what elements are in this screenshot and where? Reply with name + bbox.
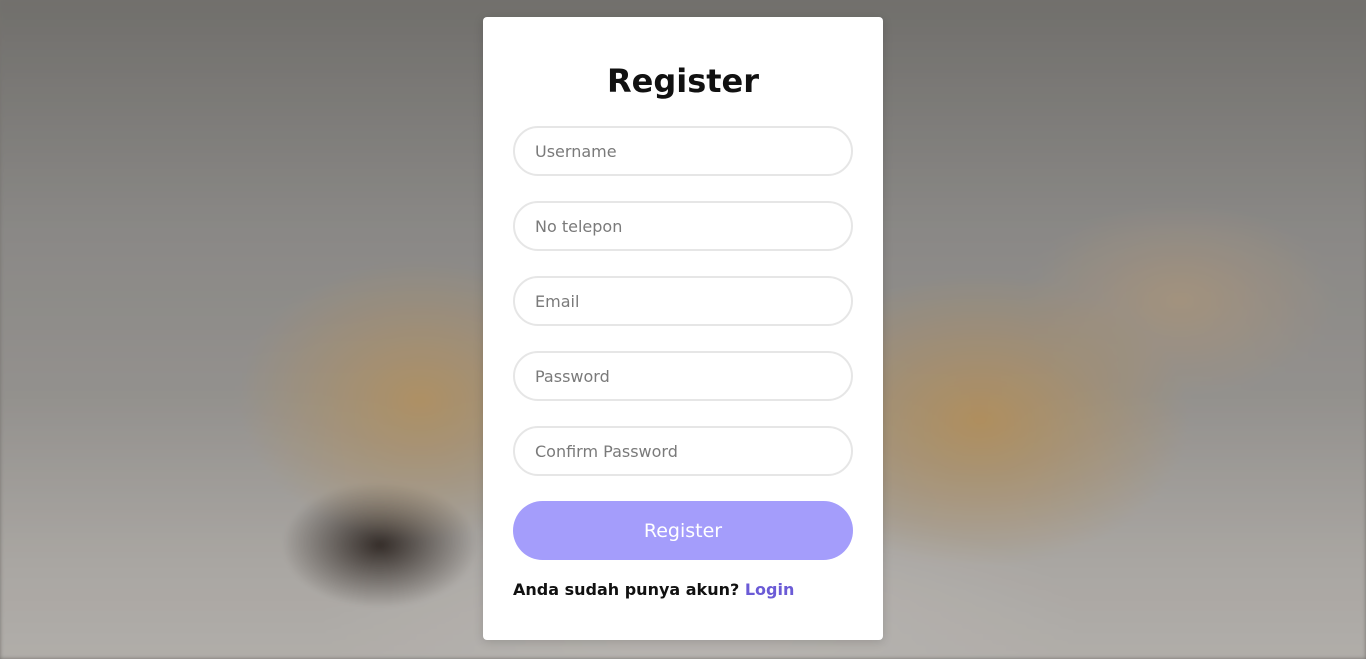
confirm-password-input[interactable] [513,426,853,476]
page-title: Register [606,62,760,100]
phone-input[interactable] [513,201,853,251]
login-prompt: Anda sudah punya akun? Login [513,578,853,602]
password-input[interactable] [513,351,853,401]
username-input[interactable] [513,126,853,176]
email-input[interactable] [513,276,853,326]
register-button[interactable]: Register [513,501,853,560]
register-card: Register Register Anda sudah punya akun?… [483,17,883,640]
login-link[interactable]: Login [745,580,795,599]
login-prompt-text: Anda sudah punya akun? [513,580,740,599]
